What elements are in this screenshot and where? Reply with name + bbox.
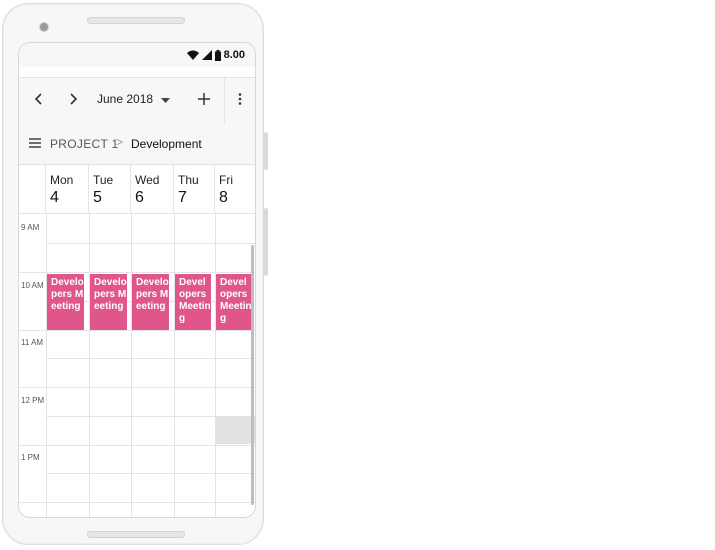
day-date: 6: [135, 189, 144, 206]
chevron-right-icon: [68, 92, 78, 110]
phone-frame: 8.00 June 2018 PROJECT 1 > Development M…: [2, 3, 264, 545]
battery-icon: [214, 49, 221, 61]
half-hour-line: [46, 473, 255, 474]
power-button: [264, 208, 268, 276]
status-bar: 8.00: [19, 43, 255, 67]
corner-cell: [19, 165, 46, 214]
hour-line: [19, 272, 255, 273]
day-date: 5: [93, 189, 102, 206]
breadcrumb: PROJECT 1 > Development: [19, 123, 255, 165]
event-developers-meeting[interactable]: Developers Meeting: [132, 274, 169, 330]
selected-slot[interactable]: [216, 416, 255, 444]
status-time: 8.00: [223, 49, 245, 61]
front-camera: [39, 22, 49, 32]
week-grid: Mon 4 Tue 5 Wed 6 Thu 7 Fri 8 9 AM 10 AM…: [19, 165, 255, 517]
menu-icon[interactable]: [29, 137, 41, 151]
wifi-icon: [186, 50, 199, 60]
time-label: 12 PM: [21, 396, 45, 405]
half-hour-line: [46, 358, 255, 359]
breadcrumb-separator: >: [116, 135, 124, 149]
add-icon: [198, 92, 210, 110]
breadcrumb-current: Development: [131, 137, 202, 151]
hour-line: [19, 387, 255, 388]
event-developers-meeting[interactable]: Developers Meeting: [175, 274, 211, 330]
time-label: 10 AM: [21, 281, 44, 290]
month-selector[interactable]: June 2018: [97, 92, 171, 106]
app-screen: 8.00 June 2018 PROJECT 1 > Development M…: [18, 42, 256, 518]
calendar-toolbar: June 2018: [19, 77, 255, 125]
hour-line: [19, 445, 255, 446]
day-separator: [131, 214, 132, 517]
dropdown-icon: [161, 92, 171, 106]
breadcrumb-project[interactable]: PROJECT 1: [50, 137, 119, 151]
day-header-tue[interactable]: Tue 5: [89, 165, 131, 214]
day-header-mon[interactable]: Mon 4: [46, 165, 89, 214]
time-label: 1 PM: [21, 453, 40, 462]
time-label: 9 AM: [21, 223, 40, 232]
day-name: Tue: [93, 173, 114, 187]
day-name: Fri: [219, 173, 233, 187]
toolbar-divider: [224, 78, 225, 124]
day-date: 4: [50, 189, 59, 206]
day-header-wed[interactable]: Wed 6: [131, 165, 174, 214]
scrollbar[interactable]: [251, 245, 254, 505]
previous-button[interactable]: [27, 78, 51, 124]
day-separator: [215, 214, 216, 517]
day-separator: [89, 214, 90, 517]
next-button[interactable]: [61, 78, 85, 124]
day-header-thu[interactable]: Thu 7: [174, 165, 215, 214]
day-name: Mon: [50, 173, 74, 187]
event-developers-meeting[interactable]: Developers Meeting: [90, 274, 127, 330]
signal-icon: [201, 50, 212, 60]
more-options-button[interactable]: [229, 78, 251, 124]
time-column: [19, 214, 47, 517]
day-date: 8: [219, 189, 228, 206]
event-developers-meeting[interactable]: Developers Meeting: [47, 274, 84, 330]
day-separator: [174, 214, 175, 517]
day-name: Thu: [178, 173, 199, 187]
bottom-grille: [87, 531, 185, 538]
day-date: 7: [178, 189, 187, 206]
day-name: Wed: [135, 173, 160, 187]
hour-line: [19, 330, 255, 331]
time-label: 11 AM: [21, 338, 44, 347]
add-button[interactable]: [192, 78, 216, 124]
event-developers-meeting[interactable]: Developers Meeting: [216, 274, 252, 330]
day-header-fri[interactable]: Fri 8: [215, 165, 255, 214]
month-label: June 2018: [97, 92, 154, 106]
half-hour-line: [46, 243, 255, 244]
chevron-left-icon: [34, 92, 44, 110]
speaker-grille: [87, 17, 185, 24]
hour-line: [19, 502, 255, 503]
volume-button: [264, 132, 268, 170]
more-vert-icon: [238, 92, 242, 110]
